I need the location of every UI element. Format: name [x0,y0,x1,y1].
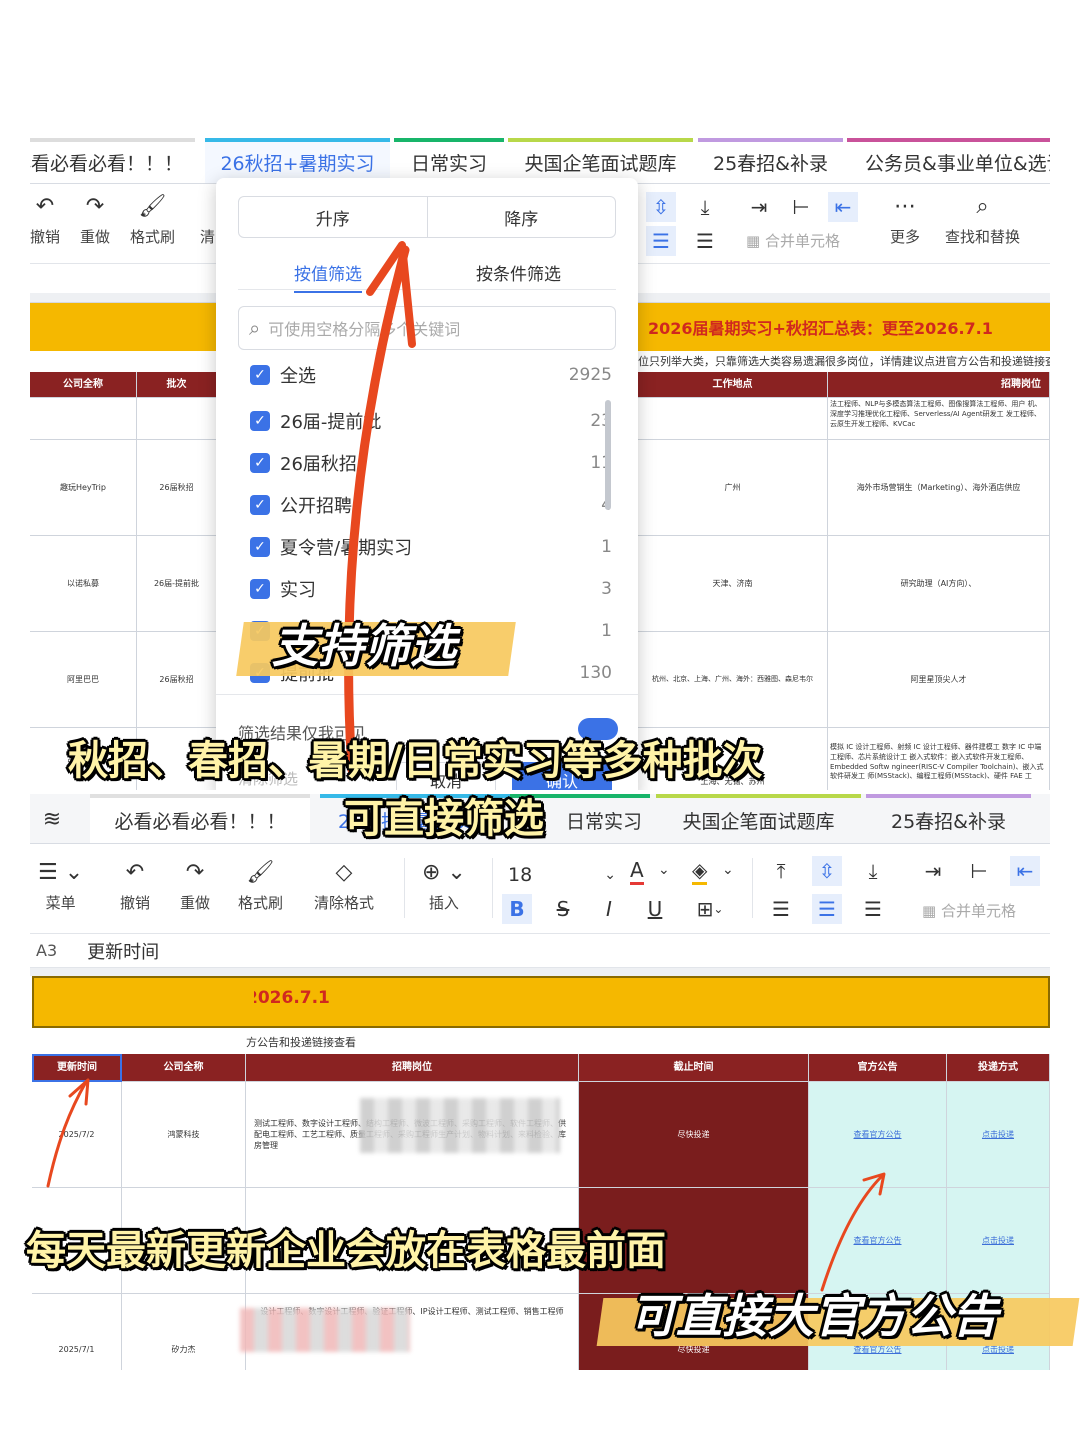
caption-direct-filter: 可直接筛选 [344,796,544,842]
caption-filter-support: 支持筛选 [272,619,456,673]
arrow-to-update-time [46,1080,88,1188]
caption-batches: 秋招、春招、暑期/日常实习等多种批次 [68,738,763,784]
caption-official: 可直接大官方公告 [630,1289,998,1343]
caption-latest-first: 每天最新更新企业会放在表格最前面 [26,1228,666,1274]
arrow-to-announcement [820,1174,884,1292]
arrow-to-sort [344,245,410,775]
